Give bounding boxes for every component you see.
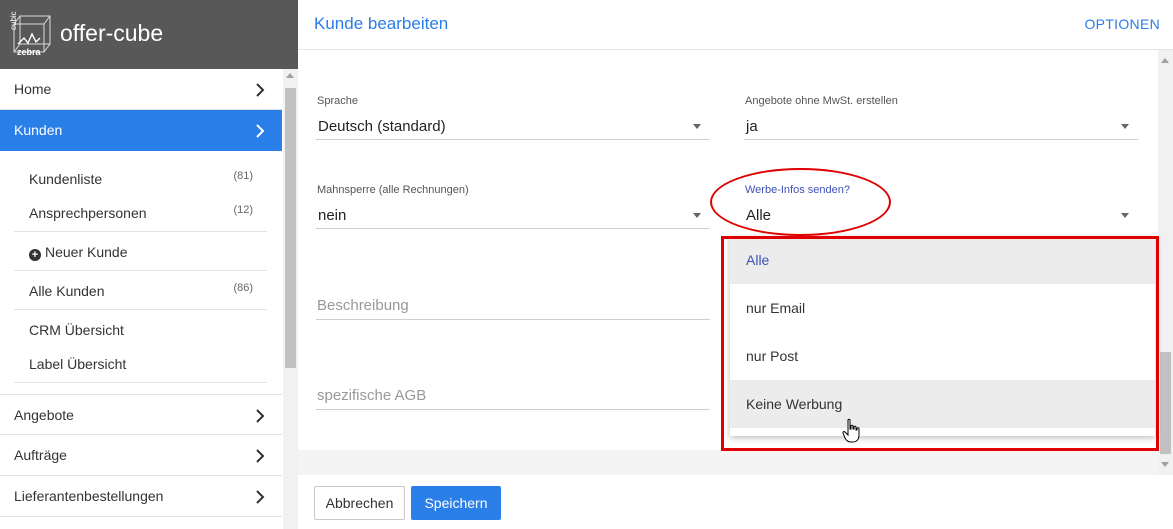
sprache-select[interactable]: Deutsch (standard) — [316, 112, 710, 140]
field-underline — [316, 409, 710, 410]
chevron-right-icon — [256, 124, 265, 138]
divider — [14, 231, 267, 232]
brand-name: offer-cube — [60, 20, 164, 46]
chevron-right-icon — [256, 83, 265, 97]
nav-item-kunden[interactable]: Kunden — [0, 110, 282, 151]
count-badge: (81) — [233, 170, 253, 182]
nav-item-lieferantenbestellungen[interactable]: Lieferantenbestellungen — [0, 476, 282, 517]
main-scrollbar-thumb[interactable] — [1160, 352, 1171, 454]
caret-down-icon — [693, 124, 701, 129]
nav-item-label: Kunden — [14, 122, 63, 138]
annotation-highlight-rectangle — [721, 236, 1159, 451]
chevron-right-icon — [256, 449, 265, 463]
sidebar: cubic zebra offer-cube Home Kunden Kunde… — [0, 0, 298, 529]
field-underline — [744, 139, 1138, 140]
sprache-value: Deutsch (standard) — [318, 118, 446, 135]
divider — [14, 309, 267, 310]
cancel-button[interactable]: Abbrechen — [314, 486, 405, 520]
sprache-label: Sprache — [317, 95, 358, 107]
beschreibung-placeholder: Beschreibung — [317, 297, 409, 314]
scroll-up-arrow-icon[interactable] — [1161, 58, 1169, 63]
nav-item-auftraege[interactable]: Aufträge — [0, 435, 282, 476]
field-underline — [316, 228, 710, 229]
mwst-label: Angebote ohne MwSt. erstellen — [745, 95, 898, 107]
nav-item-label: Angebote — [14, 407, 74, 423]
sub-item-label-uebersicht[interactable]: Label Übersicht — [14, 346, 267, 380]
sub-item-label: Kundenliste — [29, 171, 103, 187]
annotation-highlight-ellipse — [710, 168, 891, 236]
divider — [14, 270, 267, 271]
nav-item-label: Home — [14, 81, 52, 97]
chevron-right-icon — [256, 409, 265, 423]
sub-item-alle-kunden[interactable]: Alle Kunden (86) — [14, 273, 267, 307]
scroll-up-arrow-icon[interactable] — [286, 73, 294, 78]
sub-item-label: CRM Übersicht — [29, 322, 124, 338]
field-underline — [316, 139, 710, 140]
brand-header[interactable]: cubic zebra offer-cube — [0, 0, 298, 69]
logo-text-cubic: cubic — [9, 11, 18, 30]
main-header: Kunde bearbeiten OPTIONEN — [298, 0, 1173, 50]
agb-field[interactable]: spezifische AGB — [316, 382, 710, 410]
nav-item-angebote[interactable]: Angebote — [0, 394, 282, 435]
mahnsperre-select[interactable]: nein — [316, 201, 710, 229]
count-badge: (12) — [233, 204, 253, 216]
hand-pointer-cursor-icon — [842, 418, 860, 443]
plus-circle-icon: + — [29, 249, 41, 261]
sub-item-label: Label Übersicht — [29, 356, 127, 372]
sub-item-ansprechpersonen[interactable]: Ansprechpersonen (12) — [14, 195, 267, 229]
scroll-down-arrow-icon[interactable] — [1161, 462, 1169, 467]
count-badge: (86) — [233, 282, 253, 294]
agb-placeholder: spezifische AGB — [317, 387, 427, 404]
mwst-value: ja — [746, 118, 758, 135]
caret-down-icon — [1121, 124, 1129, 129]
mahnsperre-label: Mahnsperre (alle Rechnungen) — [317, 184, 469, 196]
footer: Abbrechen Speichern — [298, 475, 1173, 529]
nav-item-label: Lieferantenbestellungen — [14, 488, 164, 504]
sub-item-neuer-kunde[interactable]: + Neuer Kunde — [14, 234, 267, 268]
mahnsperre-value: nein — [318, 207, 347, 224]
mwst-select[interactable]: ja — [744, 112, 1138, 140]
footer-spacer — [298, 450, 1158, 475]
nav-item-label: Aufträge — [14, 447, 67, 463]
options-button[interactable]: OPTIONEN — [1084, 16, 1160, 32]
sub-item-kundenliste[interactable]: Kundenliste (81) — [14, 161, 267, 195]
caret-down-icon — [693, 213, 701, 218]
beschreibung-field[interactable]: Beschreibung — [316, 292, 710, 320]
divider — [14, 382, 267, 383]
page-title: Kunde bearbeiten — [314, 14, 449, 33]
sub-item-label: Neuer Kunde — [45, 244, 128, 260]
caret-down-icon — [1121, 213, 1129, 218]
chevron-right-icon — [256, 490, 265, 504]
logo-text-zebra: zebra — [17, 47, 41, 57]
sub-item-label: Alle Kunden — [29, 283, 105, 299]
nav-item-home[interactable]: Home — [0, 69, 282, 110]
save-button[interactable]: Speichern — [411, 486, 501, 520]
sub-item-crm-uebersicht[interactable]: CRM Übersicht — [14, 312, 267, 346]
sub-item-label: Ansprechpersonen — [29, 205, 147, 221]
sidebar-scrollbar-thumb[interactable] — [285, 88, 296, 368]
field-underline — [316, 319, 710, 320]
